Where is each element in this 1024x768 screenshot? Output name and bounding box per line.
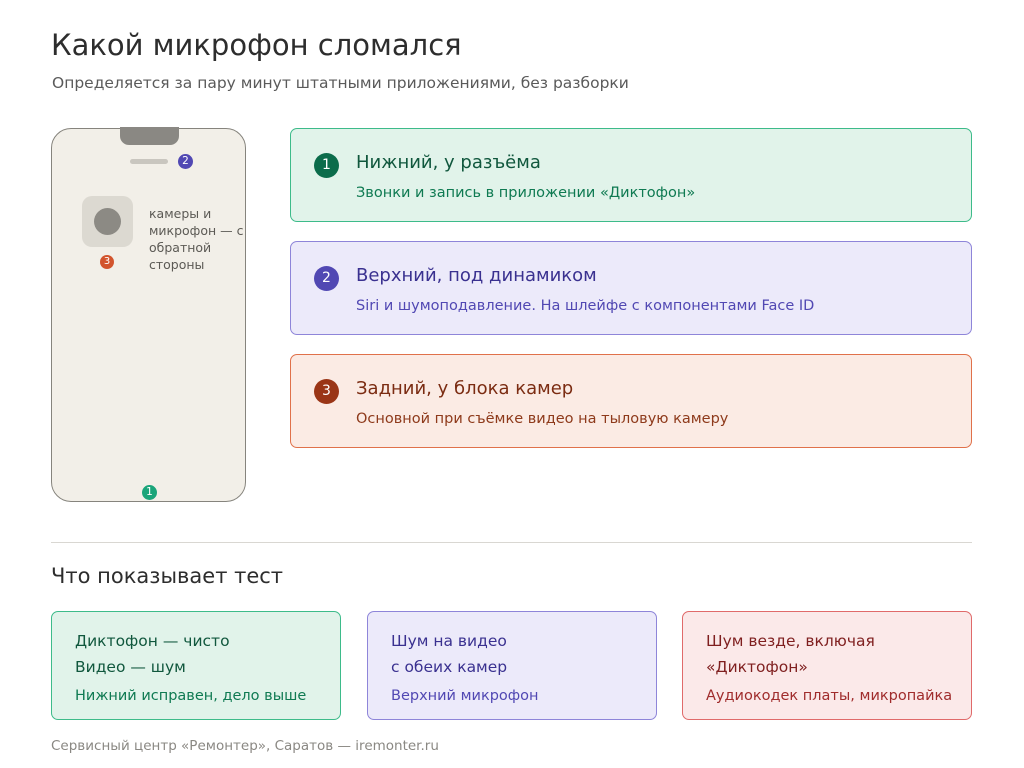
marker-rear-mic: 3 bbox=[100, 255, 114, 269]
page-title: Какой микрофон сломался bbox=[51, 28, 462, 62]
result-condition: Шум на видео bbox=[391, 632, 507, 650]
result-condition: «Диктофон» bbox=[706, 658, 808, 676]
camera-lens-icon bbox=[94, 208, 121, 235]
marker-bottom-mic: 1 bbox=[142, 485, 157, 500]
result-condition: Диктофон — чисто bbox=[75, 632, 230, 650]
result-condition: Видео — шум bbox=[75, 658, 186, 676]
earpiece-speaker bbox=[130, 159, 168, 164]
mic-number-badge: 1 bbox=[314, 153, 339, 178]
result-condition: с обеих камер bbox=[391, 658, 508, 676]
rear-camera-block bbox=[82, 196, 133, 247]
section-divider bbox=[51, 542, 972, 543]
mic-name: Нижний, у разъёма bbox=[356, 152, 541, 173]
mic-name: Верхний, под динамиком bbox=[356, 265, 597, 286]
phone-diagram: 2 камеры и микрофон — с обратной стороны… bbox=[51, 127, 246, 502]
mic-number-badge: 3 bbox=[314, 379, 339, 404]
mic-description: Звонки и запись в приложении «Диктофон» bbox=[356, 185, 696, 201]
result-card-codec: Шум везде, включая «Диктофон» Аудиокодек… bbox=[682, 611, 972, 720]
result-verdict: Нижний исправен, дело выше bbox=[75, 688, 307, 704]
mic-card-bottom: 1 Нижний, у разъёма Звонки и запись в пр… bbox=[290, 128, 972, 222]
mic-card-top: 2 Верхний, под динамиком Siri и шумопода… bbox=[290, 241, 972, 335]
dynamic-island bbox=[120, 127, 179, 145]
result-card-top-mic: Шум на видео с обеих камер Верхний микро… bbox=[367, 611, 657, 720]
result-card-bottom-ok: Диктофон — чисто Видео — шум Нижний испр… bbox=[51, 611, 341, 720]
mic-description: Siri и шумоподавление. На шлейфе с компо… bbox=[356, 298, 815, 314]
mic-name: Задний, у блока камер bbox=[356, 378, 574, 399]
result-verdict: Верхний микрофон bbox=[391, 688, 539, 704]
test-section-title: Что показывает тест bbox=[51, 564, 284, 588]
mic-card-rear: 3 Задний, у блока камер Основной при съё… bbox=[290, 354, 972, 448]
result-verdict: Аудиокодек платы, микропайка bbox=[706, 688, 953, 704]
marker-top-mic: 2 bbox=[178, 154, 193, 169]
page-subtitle: Определяется за пару минут штатными прил… bbox=[52, 74, 629, 92]
mic-description: Основной при съёмке видео на тыловую кам… bbox=[356, 411, 729, 427]
footer-credit: Сервисный центр «Ремонтер», Саратов — ir… bbox=[51, 738, 439, 754]
mic-number-badge: 2 bbox=[314, 266, 339, 291]
camera-note: камеры и микрофон — с обратной стороны bbox=[149, 206, 244, 272]
result-condition: Шум везде, включая bbox=[706, 632, 875, 650]
